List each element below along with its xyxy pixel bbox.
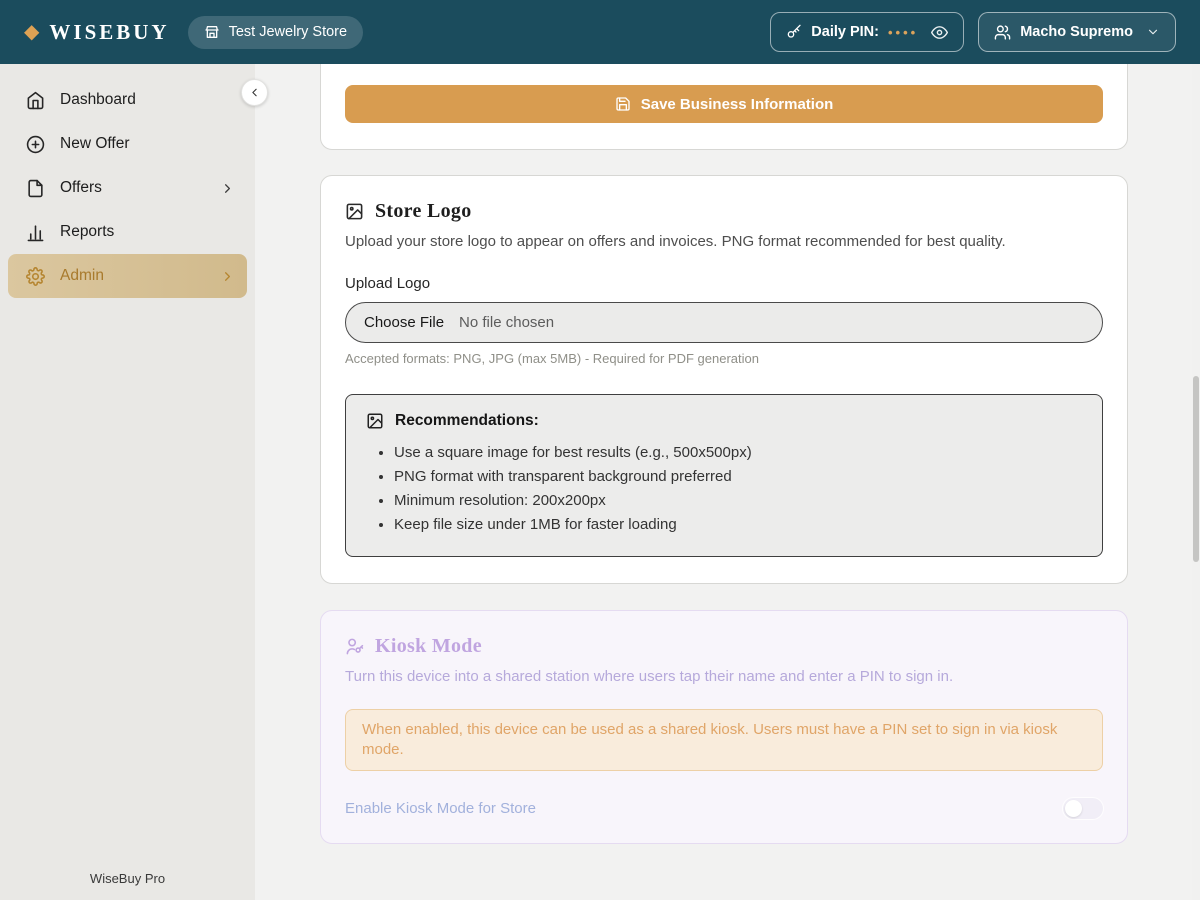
header-right: Daily PIN: •••• Macho Supremo: [770, 12, 1176, 52]
user-key-icon: [345, 637, 364, 656]
recommendations-box: Recommendations: Use a square image for …: [345, 394, 1103, 557]
kiosk-toggle-row: Enable Kiosk Mode for Store: [345, 798, 1103, 819]
brand: ◆ WISEBUY: [24, 20, 170, 45]
sidebar-item-label: New Offer: [60, 135, 130, 153]
toggle-knob: [1065, 800, 1082, 817]
sidebar-nav: Dashboard New Offer Offers: [0, 64, 255, 298]
recommendations-title-text: Recommendations:: [395, 412, 539, 430]
bar-chart-icon: [26, 223, 45, 242]
sidebar-item-admin[interactable]: Admin: [8, 254, 247, 298]
sidebar-collapse-button[interactable]: [241, 79, 268, 106]
sidebar-item-reports[interactable]: Reports: [8, 210, 247, 254]
store-logo-card: Store Logo Upload your store logo to app…: [320, 175, 1128, 584]
kiosk-mode-description: Turn this device into a shared station w…: [345, 668, 1103, 685]
save-icon: [615, 96, 631, 112]
users-icon: [994, 24, 1011, 41]
chevron-right-icon: [220, 269, 235, 284]
list-item: Use a square image for best results (e.g…: [394, 441, 1082, 465]
recommendations-title: Recommendations:: [366, 412, 1082, 430]
layout: Dashboard New Offer Offers: [0, 64, 1200, 900]
top-bar: ◆ WISEBUY Test Jewelry Store Daily PIN: …: [0, 0, 1200, 64]
store-icon: [204, 24, 220, 40]
kiosk-mode-title-text: Kiosk Mode: [375, 635, 482, 658]
home-icon: [26, 91, 45, 110]
sidebar-item-dashboard[interactable]: Dashboard: [8, 78, 247, 122]
main-content: Save Business Information Store Logo Upl…: [255, 64, 1200, 900]
document-icon: [26, 179, 45, 198]
chevron-down-icon: [1146, 25, 1160, 39]
file-format-helper: Accepted formats: PNG, JPG (max 5MB) - R…: [345, 351, 1103, 366]
plus-circle-icon: [26, 135, 45, 154]
store-logo-description: Upload your store logo to appear on offe…: [345, 233, 1103, 250]
daily-pin-dots: ••••: [888, 25, 918, 40]
chevron-right-icon: [220, 181, 235, 196]
save-business-information-button[interactable]: Save Business Information: [345, 85, 1103, 123]
sidebar-item-label: Admin: [60, 267, 104, 285]
kiosk-toggle-label: Enable Kiosk Mode for Store: [345, 800, 536, 817]
save-button-label: Save Business Information: [641, 96, 834, 113]
sidebar-item-offers[interactable]: Offers: [8, 166, 247, 210]
recommendations-list: Use a square image for best results (e.g…: [366, 441, 1082, 537]
content-column: Save Business Information Store Logo Upl…: [320, 64, 1128, 844]
kiosk-mode-toggle[interactable]: [1063, 798, 1103, 819]
sidebar-footer: WiseBuy Pro: [0, 871, 255, 886]
sidebar-item-label: Reports: [60, 223, 114, 241]
brand-name: WISEBUY: [49, 20, 169, 45]
list-item: PNG format with transparent background p…: [394, 465, 1082, 489]
file-chosen-status: No file chosen: [459, 314, 554, 331]
store-logo-title: Store Logo: [345, 200, 1103, 223]
business-info-card: Save Business Information: [320, 64, 1128, 150]
kiosk-warning-note: When enabled, this device can be used as…: [345, 709, 1103, 771]
gear-icon: [26, 267, 45, 286]
sidebar-item-label: Offers: [60, 179, 102, 197]
list-item: Minimum resolution: 200x200px: [394, 489, 1082, 513]
sidebar-item-label: Dashboard: [60, 91, 136, 109]
user-name: Macho Supremo: [1020, 24, 1133, 40]
image-icon: [345, 202, 364, 221]
logo-file-input[interactable]: Choose File No file chosen: [345, 302, 1103, 343]
reveal-pin-eye-icon[interactable]: [931, 24, 948, 41]
kiosk-mode-card: Kiosk Mode Turn this device into a share…: [320, 610, 1128, 844]
store-badge-label: Test Jewelry Store: [229, 24, 347, 40]
key-icon: [786, 24, 802, 40]
daily-pin-label: Daily PIN:: [811, 24, 879, 40]
store-badge[interactable]: Test Jewelry Store: [188, 16, 363, 49]
kiosk-mode-title: Kiosk Mode: [345, 635, 1103, 658]
choose-file-button[interactable]: Choose File: [364, 314, 444, 331]
image-icon: [366, 412, 384, 430]
list-item: Keep file size under 1MB for faster load…: [394, 513, 1082, 537]
scrollbar-thumb[interactable]: [1193, 376, 1199, 562]
user-menu[interactable]: Macho Supremo: [978, 12, 1176, 52]
chevron-left-icon: [248, 86, 261, 99]
scrollbar-track[interactable]: [1192, 64, 1200, 900]
brand-diamond-icon: ◆: [24, 22, 39, 42]
sidebar-item-new-offer[interactable]: New Offer: [8, 122, 247, 166]
store-logo-title-text: Store Logo: [375, 200, 472, 223]
daily-pin-pill: Daily PIN: ••••: [770, 12, 964, 52]
sidebar: Dashboard New Offer Offers: [0, 64, 255, 900]
upload-logo-label: Upload Logo: [345, 275, 1103, 292]
